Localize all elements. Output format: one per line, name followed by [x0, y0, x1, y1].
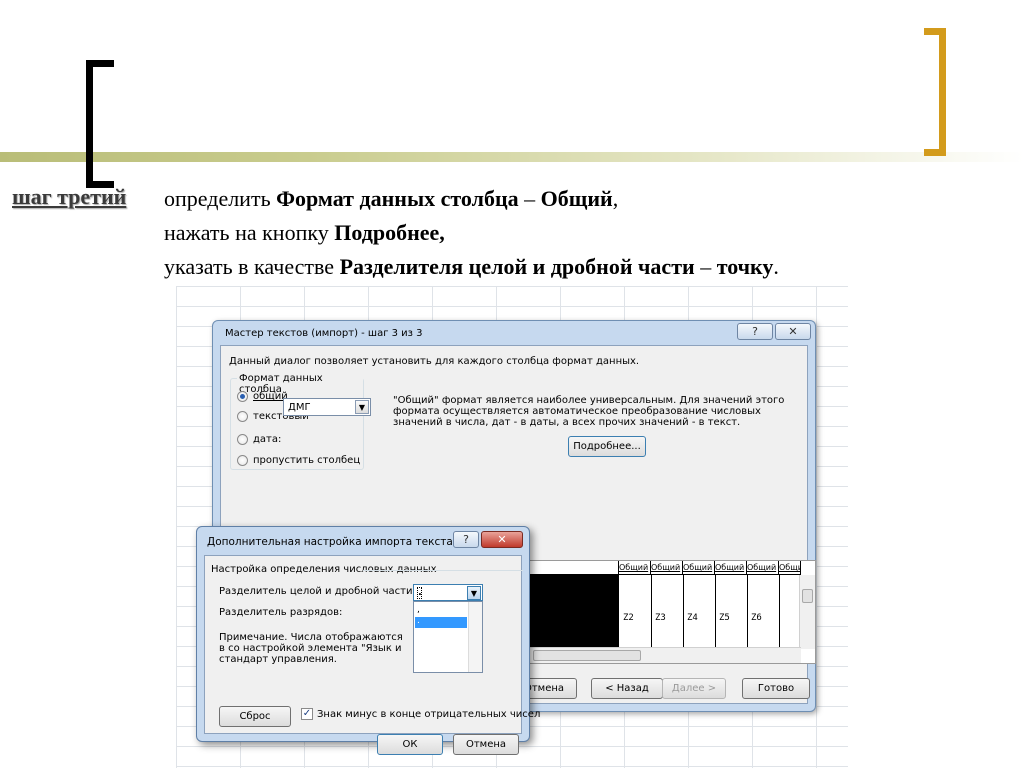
advanced-import-settings-dialog: Дополнительная настройка импорта текста … — [196, 526, 540, 755]
scrollbar-thumb[interactable] — [533, 650, 641, 661]
finish-button[interactable]: Готово — [742, 678, 810, 699]
step-label: шаг третий — [12, 184, 127, 209]
radio-date[interactable]: дата: — [237, 434, 281, 445]
decimal-separator-select[interactable]: . ▼ — [413, 584, 483, 601]
preview-cell: Z6 — [751, 613, 762, 623]
preview-selected-column — [529, 575, 619, 649]
preview-cell: Z5 — [719, 613, 730, 623]
next-button[interactable]: Далее > — [662, 678, 726, 699]
right-bracket-decoration — [924, 28, 946, 156]
instruction-line-1: определить Формат данных столбца – Общий… — [164, 186, 619, 211]
group-divider — [363, 570, 523, 571]
decimal-separator-label: Разделитель целой и дробной части: — [219, 586, 416, 597]
preview-column-header[interactable]: Общий — [619, 561, 651, 575]
date-format-select[interactable]: ДМГ ▼ — [283, 398, 371, 416]
preview-column-header[interactable]: Общий — [651, 561, 683, 575]
preview-divider — [651, 575, 652, 649]
help-icon[interactable]: ? — [737, 323, 773, 340]
advanced-dialog-body: Настройка определения числовых данных Ра… — [204, 555, 540, 755]
radio-icon — [237, 455, 248, 466]
wizard-title: Мастер текстов (импорт) - шаг 3 из 3 — [225, 328, 423, 339]
advanced-cancel-button[interactable]: Отмена — [453, 734, 519, 755]
help-icon[interactable]: ? — [453, 531, 479, 548]
radio-icon — [237, 411, 248, 422]
preview-divider — [747, 575, 748, 649]
preview-column-header[interactable]: Общий — [747, 561, 779, 575]
preview-column-header[interactable]: Общий — [683, 561, 715, 575]
advanced-dialog-title: Дополнительная настройка импорта текста — [207, 536, 453, 548]
more-button[interactable]: Подробнее... — [568, 436, 646, 457]
decorative-bar — [0, 152, 1024, 162]
horizontal-scrollbar[interactable] — [529, 647, 801, 663]
preview-divider — [715, 575, 716, 649]
dropdown-option[interactable]: , — [415, 606, 467, 617]
radio-skip-column[interactable]: пропустить столбец — [237, 455, 360, 466]
preview-cell: Z2 — [623, 613, 634, 623]
preview-column-header[interactable]: Общий — [779, 561, 801, 575]
decimal-separator-dropdown-list[interactable]: , . — [413, 601, 483, 673]
scrollbar-thumb[interactable] — [802, 589, 813, 603]
settings-note: Примечание. Числа отображаются в со наст… — [219, 632, 403, 665]
preview-divider — [683, 575, 684, 649]
wizard-intro-text: Данный диалог позволяет установить для к… — [229, 356, 640, 367]
ok-button[interactable]: ОК — [377, 734, 443, 755]
preview-cell: Z3 — [655, 613, 666, 623]
close-icon[interactable]: ✕ — [775, 323, 811, 340]
vertical-scrollbar[interactable] — [799, 575, 815, 649]
thousands-separator-label: Разделитель разрядов: — [219, 607, 343, 618]
wizard-titlebar: Мастер текстов (импорт) - шаг 3 из 3 ? ✕ — [213, 321, 815, 345]
instruction-line-2: нажать на кнопку Подробнее, — [164, 220, 445, 245]
format-description: "Общий" формат является наиболее универс… — [393, 395, 785, 428]
radio-general[interactable]: общий — [237, 391, 288, 402]
close-icon[interactable]: ✕ — [481, 531, 523, 548]
chevron-down-icon[interactable]: ▼ — [467, 586, 481, 600]
trailing-minus-checkbox[interactable]: ✓ Знак минус в конце отрицательных чисел — [301, 708, 540, 720]
radio-selected-icon — [237, 391, 248, 402]
back-button[interactable]: < Назад — [591, 678, 663, 699]
preview-header-blank — [529, 561, 619, 575]
radio-icon — [237, 434, 248, 445]
left-bracket-decoration — [86, 60, 114, 188]
preview-column-header[interactable]: Общий — [715, 561, 747, 575]
checkmark-icon[interactable]: ✓ — [301, 708, 313, 720]
instruction-line-3: указать в качестве Разделителя целой и д… — [164, 254, 779, 279]
column-format-group: Формат данных столбца общий текстовый да… — [230, 373, 364, 470]
data-preview[interactable]: Общий Общий Общий Общий Общий Общий Z2 Z… — [528, 560, 816, 664]
chevron-down-icon[interactable]: ▼ — [355, 400, 369, 414]
dropdown-scrollbar[interactable] — [468, 602, 482, 672]
reset-button[interactable]: Сброс — [219, 706, 291, 727]
preview-cell: Z4 — [687, 613, 698, 623]
dropdown-option-selected[interactable]: . — [415, 617, 467, 628]
preview-divider — [779, 575, 780, 649]
